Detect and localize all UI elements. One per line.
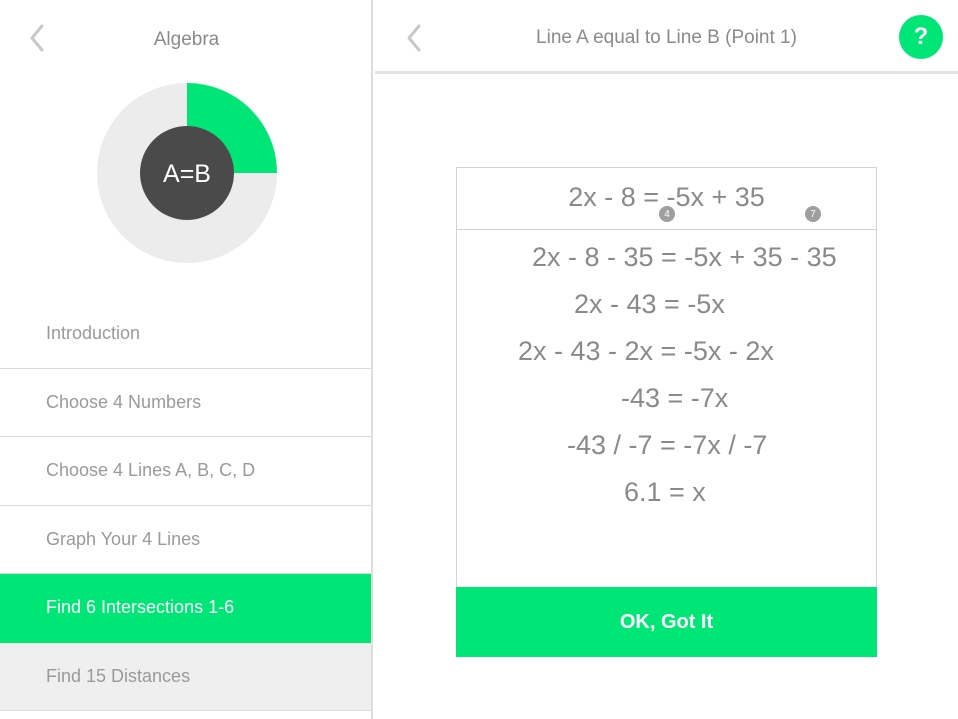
help-button[interactable]: ?: [899, 15, 943, 59]
step-line: -43 = -7x: [621, 383, 729, 413]
menu-item-graph-lines[interactable]: Graph Your 4 Lines: [0, 505, 371, 574]
equation-header: 2x - 8 = -5x + 35 4 7: [457, 168, 876, 230]
main-panel: Line A equal to Line B (Point 1) ? 2x - …: [375, 0, 958, 719]
step-line: -43 / -7 = -7x / -7: [567, 430, 768, 460]
menu-item-choose-lines[interactable]: Choose 4 Lines A, B, C, D: [0, 437, 371, 506]
menu-item-label: Choose 4 Lines A, B, C, D: [46, 460, 256, 481]
solution-card: 2x - 8 = -5x + 35 4 7 2x - 8 - 35 = -5x …: [456, 167, 877, 657]
ok-button-label: OK, Got It: [619, 610, 714, 633]
menu-item-introduction[interactable]: Introduction: [0, 300, 371, 369]
step-badge: 4: [659, 206, 675, 222]
page-title: Line A equal to Line B (Point 1): [536, 27, 797, 48]
sidebar: Algebra A=B Introduction Choose 4 Number…: [0, 0, 373, 719]
step-line: 6.1 = x: [624, 477, 706, 507]
menu-item-choose-numbers[interactable]: Choose 4 Numbers: [0, 368, 371, 437]
menu-item-find-distances[interactable]: Find 15 Distances: [0, 642, 371, 711]
step-line: 2x - 43 - 2x = -5x - 2x: [518, 336, 774, 366]
menu-item-label: Find 6 Intersections 1-6: [46, 597, 235, 618]
help-icon: ?: [913, 23, 929, 50]
sidebar-title: Algebra: [153, 29, 220, 50]
menu-item-find-intersections[interactable]: Find 6 Intersections 1-6: [0, 574, 371, 643]
ok-got-it-button[interactable]: OK, Got It: [456, 587, 877, 657]
menu-item-label: Graph Your 4 Lines: [46, 528, 201, 549]
lesson-menu: Introduction Choose 4 Numbers Choose 4 L…: [0, 300, 371, 711]
menu-item-label: Choose 4 Numbers: [46, 391, 202, 412]
step-line: 2x - 8 - 35 = -5x + 35 - 35: [532, 242, 837, 272]
progress-ring: A=B: [97, 83, 277, 263]
progress-center-label: A=B: [163, 160, 211, 188]
menu-item-label: Find 15 Distances: [46, 665, 191, 686]
menu-item-label: Introduction: [46, 323, 141, 344]
step-line: 2x - 43 = -5x: [574, 289, 725, 319]
step-badge: 7: [805, 206, 821, 222]
top-bar: Line A equal to Line B (Point 1) ?: [375, 0, 958, 74]
